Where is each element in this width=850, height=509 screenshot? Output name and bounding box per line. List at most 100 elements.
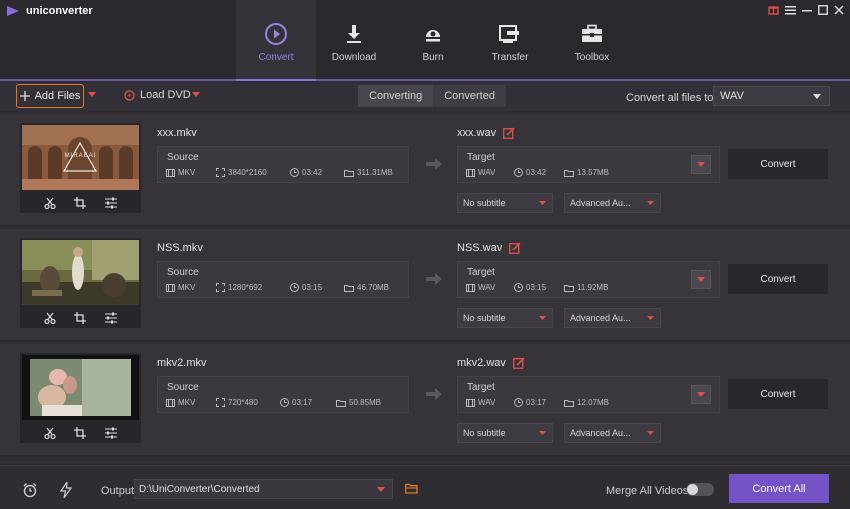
effects-icon[interactable] [104, 312, 117, 324]
edit-tools [20, 194, 141, 211]
thumbnail-image: MIRABAI [22, 125, 139, 190]
merge-all-videos-toggle[interactable] [686, 483, 714, 496]
play-logo-icon [6, 5, 20, 17]
tab-toolbox[interactable]: Toolbox [561, 0, 623, 79]
video-thumbnail[interactable]: MIRABAI [20, 123, 141, 213]
target-format: WAV [478, 168, 496, 177]
crop-icon[interactable] [74, 196, 87, 209]
convert-button[interactable]: Convert [728, 149, 828, 179]
file-row: mkv2.mkv Source MKV 720*480 03:17 50.85M… [0, 344, 850, 457]
maximize-icon[interactable] [818, 4, 828, 15]
app-logo: uniconverter [6, 5, 93, 17]
tab-convert[interactable]: Convert [236, 0, 316, 79]
edit-icon[interactable] [503, 127, 515, 139]
trim-icon[interactable] [44, 427, 56, 439]
audio-select[interactable]: Advanced Au... [564, 193, 661, 213]
tab-burn[interactable]: Burn [403, 0, 463, 79]
chevron-down-icon [539, 431, 546, 435]
target-size: 12.07MB [577, 398, 610, 407]
target-format: WAV [478, 398, 496, 407]
source-format: MKV [178, 398, 196, 407]
target-size: 11.92MB [577, 283, 609, 292]
active-tab-indicator [236, 79, 316, 81]
output-format-select[interactable]: WAV [713, 86, 830, 106]
tab-download[interactable]: Download [324, 0, 384, 79]
source-file-name: NSS.mkv [157, 242, 203, 254]
gift-icon[interactable] [768, 4, 779, 15]
trim-icon[interactable] [44, 197, 56, 209]
subtitle-select[interactable]: No subtitle [457, 193, 553, 213]
tab-transfer-label: Transfer [491, 52, 529, 63]
target-info[interactable]: Target WAV 03:17 12.07MB [457, 376, 720, 413]
add-files-label: Add Files [34, 90, 81, 102]
effects-icon[interactable] [104, 197, 117, 209]
tab-download-label: Download [331, 52, 377, 63]
add-files-dropdown-icon[interactable] [88, 92, 96, 97]
alarm-clock-icon[interactable] [22, 482, 38, 498]
subtitle-select[interactable]: No subtitle [457, 423, 553, 443]
chevron-down-icon [647, 316, 654, 320]
target-file-name: NSS.wav [457, 242, 503, 254]
lightning-icon[interactable] [60, 482, 72, 498]
convert-button[interactable]: Convert [728, 264, 828, 294]
chevron-down-icon [539, 201, 546, 205]
edit-icon[interactable] [512, 357, 525, 369]
effects-icon[interactable] [104, 427, 117, 439]
subtitle-value: No subtitle [463, 428, 506, 438]
audio-value: Advanced Au... [570, 313, 631, 323]
minimize-icon[interactable] [802, 5, 812, 15]
target-info[interactable]: Target WAV 03:42 13.57MB [457, 146, 720, 183]
open-folder-icon[interactable] [405, 483, 418, 494]
chevron-down-icon [697, 162, 705, 167]
tab-converted[interactable]: Converted [433, 85, 506, 107]
plus-icon [19, 91, 30, 101]
source-resolution: 720*480 [228, 398, 258, 407]
chevron-down-icon [697, 392, 705, 397]
file-row: MIRABAI xxx.mkv Source MKV 3840*2160 03:… [0, 114, 850, 227]
close-icon[interactable] [834, 4, 844, 15]
load-dvd-button[interactable]: Load DVD [124, 89, 191, 101]
source-duration: 03:42 [302, 168, 323, 177]
audio-select[interactable]: Advanced Au... [564, 308, 661, 328]
video-thumbnail[interactable] [20, 238, 141, 328]
clock-icon [514, 168, 523, 177]
tab-convert-label: Convert [258, 52, 294, 63]
edit-icon[interactable] [509, 242, 521, 254]
output-path-select[interactable]: D:\UniConverter\Converted [134, 479, 393, 499]
source-info: Source MKV 720*480 03:17 50.85MB [157, 376, 409, 413]
source-size: 311.31MB [357, 168, 393, 177]
video-thumbnail[interactable] [20, 353, 141, 443]
window-controls [768, 4, 844, 15]
load-dvd-dropdown-icon[interactable] [192, 92, 200, 97]
menu-icon[interactable] [785, 5, 796, 15]
target-format-dropdown[interactable] [691, 155, 711, 174]
source-resolution: 3840*2160 [228, 168, 267, 177]
tab-toolbox-label: Toolbox [574, 52, 610, 63]
target-size: 13.57MB [577, 168, 610, 177]
tab-transfer[interactable]: Transfer [479, 0, 541, 79]
folder-icon [564, 284, 574, 292]
target-format-dropdown[interactable] [691, 385, 711, 404]
target-info[interactable]: Target WAV 03:15 11.92MB [457, 261, 720, 298]
resolution-icon [216, 283, 225, 292]
audio-value: Advanced Au... [570, 428, 631, 438]
source-resolution: 1280*692 [228, 283, 263, 292]
add-files-button[interactable]: Add Files [16, 84, 84, 108]
trim-icon[interactable] [44, 312, 56, 324]
audio-select[interactable]: Advanced Au... [564, 423, 661, 443]
convert-all-button[interactable]: Convert All [729, 474, 829, 503]
source-duration: 03:15 [302, 283, 323, 292]
subtitle-select[interactable]: No subtitle [457, 308, 553, 328]
target-duration: 03:42 [526, 168, 547, 177]
folder-icon [344, 169, 354, 177]
target-format-dropdown[interactable] [691, 270, 711, 289]
chevron-down-icon [813, 94, 821, 99]
tab-converting[interactable]: Converting [358, 85, 434, 107]
arrow-right-icon [426, 388, 442, 400]
crop-icon[interactable] [74, 311, 87, 324]
chevron-down-icon [647, 431, 654, 435]
top-bar: uniconverter Convert Download Burn Trans… [0, 0, 850, 81]
convert-button[interactable]: Convert [728, 379, 828, 409]
crop-icon[interactable] [74, 426, 87, 439]
film-icon [166, 168, 175, 177]
